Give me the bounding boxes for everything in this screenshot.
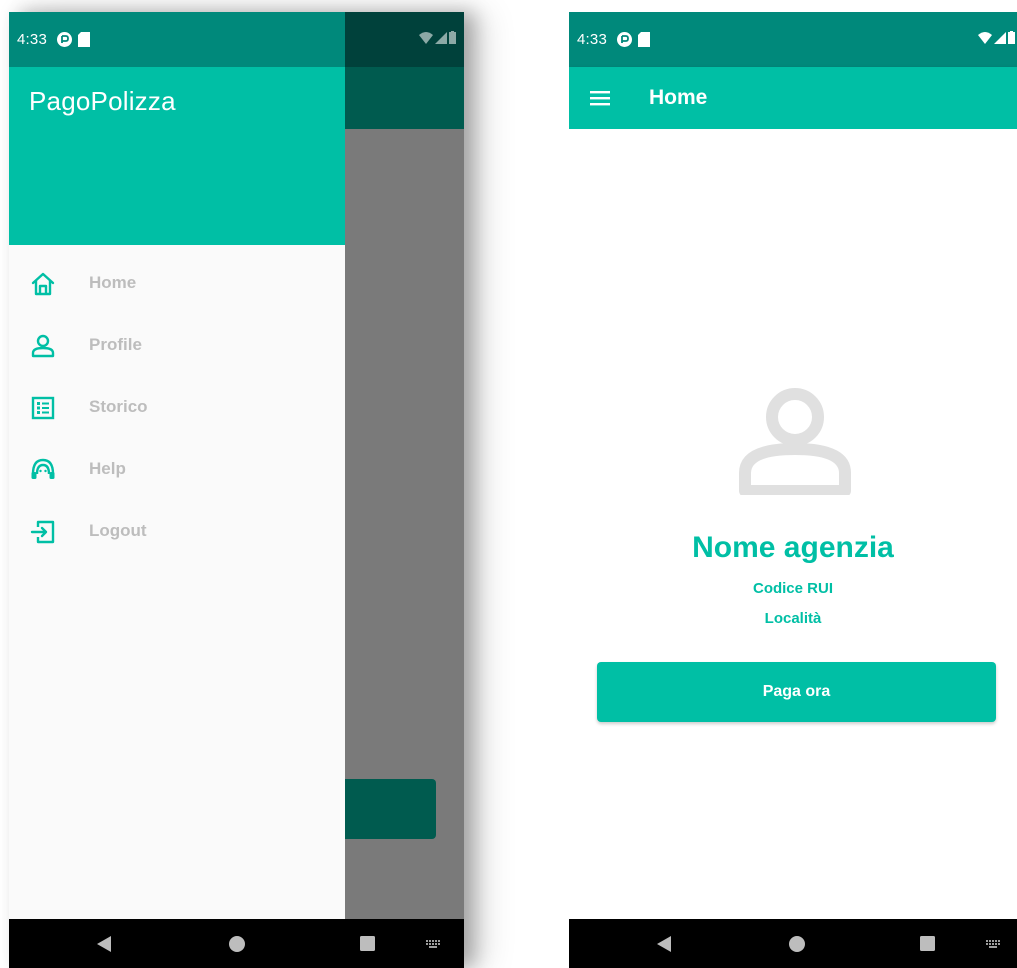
agency-code: Codice RUI	[752, 580, 833, 597]
drawer-item-label: Help	[89, 459, 126, 478]
drawer-item-label: Profile	[89, 335, 142, 354]
headset-icon	[31, 458, 55, 479]
navigation-drawer: 4:33 PagoPolizza Home Profile Storico He…	[9, 12, 345, 919]
page-title: Home	[649, 86, 708, 109]
battery-icon	[449, 31, 456, 44]
drawer-item-label: Storico	[89, 397, 148, 416]
battery-icon	[1008, 31, 1015, 44]
drawer-item-storico[interactable]: Storico	[9, 376, 345, 438]
system-navigation-bar	[569, 919, 1017, 968]
app-notification-icon	[57, 32, 72, 47]
drawer-item-logout[interactable]: Logout	[9, 500, 345, 562]
signal-icon	[435, 31, 447, 44]
signal-icon	[994, 31, 1006, 44]
drawer-item-home[interactable]: Home	[9, 252, 345, 314]
app-notification-icon	[617, 32, 632, 47]
pay-now-button[interactable]: Paga ora	[597, 662, 996, 722]
keyboard-icon[interactable]	[421, 919, 445, 968]
sd-card-icon	[638, 32, 650, 47]
drawer-item-label: Home	[89, 273, 137, 292]
back-icon[interactable]	[89, 919, 119, 968]
home-content: Nome agenzia Codice RUI Località Paga or…	[569, 129, 1017, 919]
status-bar: 4:33	[569, 12, 1017, 67]
drawer-item-help[interactable]: Help	[9, 438, 345, 500]
drawer-menu: Home Profile Storico Help Logout	[9, 252, 345, 562]
menu-icon[interactable]	[587, 85, 613, 111]
wifi-icon	[419, 31, 433, 44]
avatar-placeholder-icon	[739, 388, 851, 495]
list-icon	[31, 396, 55, 420]
drawer-item-profile[interactable]: Profile	[9, 314, 345, 376]
status-time: 4:33	[17, 31, 47, 48]
home-nav-icon[interactable]	[782, 919, 812, 968]
status-time: 4:33	[577, 31, 607, 48]
back-icon[interactable]	[649, 919, 679, 968]
drawer-screen: 4:33 PagoPolizza Home Profile Storico He…	[9, 12, 464, 968]
drawer-item-label: Logout	[89, 521, 147, 540]
recents-icon[interactable]	[912, 919, 942, 968]
drawer-title: PagoPolizza	[29, 86, 176, 116]
wifi-icon	[978, 31, 992, 44]
person-icon	[31, 334, 55, 358]
home-icon	[31, 272, 55, 296]
home-nav-icon[interactable]	[222, 919, 252, 968]
sd-card-icon	[78, 32, 90, 47]
system-navigation-bar	[9, 919, 464, 968]
status-icons	[978, 31, 1015, 44]
status-icons	[419, 31, 456, 44]
home-screen: 4:33 Home Nome agenzia Codice RUI Locali…	[569, 12, 1017, 968]
drawer-header: 4:33 PagoPolizza	[9, 12, 345, 245]
logout-icon	[30, 520, 55, 544]
agency-location: Località	[764, 610, 822, 627]
status-bar: 4:33	[9, 12, 345, 67]
keyboard-icon[interactable]	[981, 919, 1005, 968]
app-bar: Home	[569, 67, 1017, 129]
recents-icon[interactable]	[352, 919, 382, 968]
agency-name: Nome agenzia	[692, 531, 894, 564]
